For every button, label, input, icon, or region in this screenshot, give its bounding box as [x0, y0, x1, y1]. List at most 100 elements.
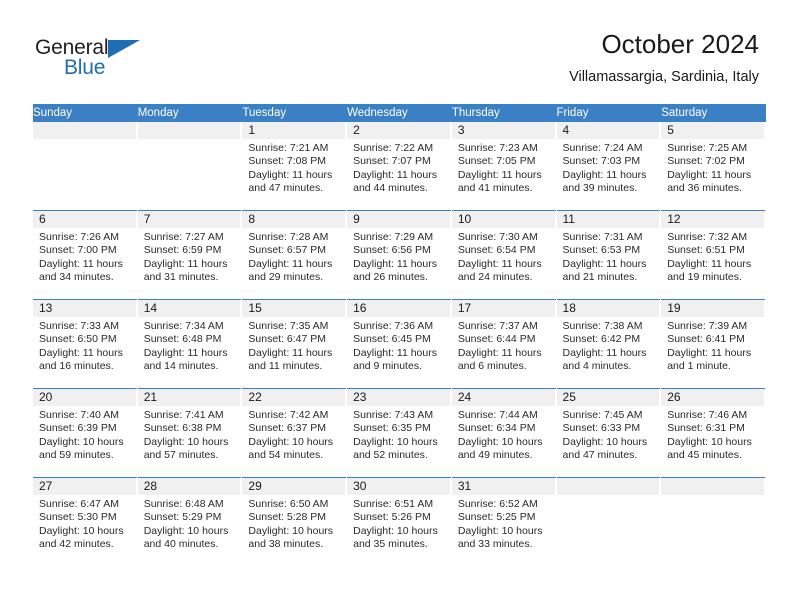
calendar-day-cell-empty	[137, 122, 243, 211]
sunset-text: Sunset: 5:28 PM	[248, 511, 327, 524]
calendar-day-cell[interactable]: 20 Sunrise: 7:40 AM Sunset: 6:39 PM Dayligh…	[33, 388, 138, 478]
brand-logo[interactable]: General Blue	[33, 36, 163, 86]
sunrise-text: Sunrise: 6:52 AM	[457, 498, 538, 510]
calendar-day-cell[interactable]: 25 Sunrise: 7:45 AM Sunset: 6:33 PM Dayligh…	[556, 388, 662, 478]
day-details: Sunrise: 7:32 AM Sunset: 6:51 PM Daylight:…	[661, 228, 765, 285]
day-details: Sunrise: 7:34 AM Sunset: 6:48 PM Daylight:…	[138, 317, 242, 374]
day-cell-inner: 18 Sunrise: 7:38 AM Sunset: 6:42 PM Dayligh…	[556, 300, 661, 388]
calendar-day-cell[interactable]: 13 Sunrise: 7:33 AM Sunset: 6:50 PM Dayligh…	[33, 299, 138, 389]
calendar-day-cell[interactable]: 30 Sunrise: 6:51 AM Sunset: 5:26 PM Dayligh…	[346, 477, 452, 566]
calendar-day-cell[interactable]: 5 Sunrise: 7:25 AM Sunset: 7:02 PM Daylight…	[660, 122, 766, 211]
day-details: Sunrise: 7:39 AM Sunset: 6:41 PM Daylight:…	[661, 317, 765, 374]
day-number: 17	[451, 300, 556, 317]
sunrise-text: Sunrise: 7:28 AM	[248, 231, 329, 243]
sunrise-text: Sunrise: 6:48 AM	[143, 498, 224, 510]
calendar-grid: Sunday Monday Tuesday Wednesday Thursday…	[33, 104, 766, 566]
daylight-text-line2: and 39 minutes.	[562, 182, 638, 195]
calendar-day-cell[interactable]: 29 Sunrise: 6:50 AM Sunset: 5:28 PM Dayligh…	[241, 477, 348, 566]
daylight-text-line1: Daylight: 11 hours	[667, 257, 752, 270]
calendar-day-cell[interactable]: 10 Sunrise: 7:30 AM Sunset: 6:54 PM Dayligh…	[451, 210, 557, 300]
day-number	[33, 122, 137, 139]
day-number: 29	[242, 478, 347, 495]
day-cell-inner: 16 Sunrise: 7:36 AM Sunset: 6:45 PM Dayligh…	[347, 300, 451, 388]
calendar-day-cell[interactable]: 16 Sunrise: 7:36 AM Sunset: 6:45 PM Dayligh…	[346, 299, 452, 389]
brand-name-blue: Blue	[64, 56, 106, 79]
sunrise-text: Sunrise: 7:36 AM	[353, 320, 434, 332]
sunrise-text: Sunrise: 7:41 AM	[143, 409, 224, 421]
calendar-day-cell[interactable]: 27 Sunrise: 6:47 AM Sunset: 5:30 PM Dayligh…	[33, 477, 138, 566]
sunset-text: Sunset: 7:00 PM	[39, 244, 117, 257]
sunset-text: Sunset: 7:02 PM	[667, 155, 745, 168]
calendar-day-cell[interactable]: 17 Sunrise: 7:37 AM Sunset: 6:44 PM Dayligh…	[451, 299, 557, 389]
sunset-text: Sunset: 6:33 PM	[562, 422, 641, 435]
day-cell-inner	[661, 478, 765, 566]
day-cell-inner: 6 Sunrise: 7:26 AM Sunset: 7:00 PM Daylight…	[33, 211, 137, 299]
daylight-text-line2: and 40 minutes.	[143, 538, 219, 551]
daylight-text-line1: Daylight: 11 hours	[457, 168, 542, 181]
day-cell-inner: 19 Sunrise: 7:39 AM Sunset: 6:41 PM Dayligh…	[661, 300, 765, 388]
day-cell-inner: 2 Sunrise: 7:22 AM Sunset: 7:07 PM Daylight…	[347, 122, 451, 210]
sunrise-text: Sunrise: 7:35 AM	[248, 320, 329, 332]
calendar-day-cell[interactable]: 7 Sunrise: 7:27 AM Sunset: 6:59 PM Daylight…	[137, 210, 243, 300]
calendar-day-cell[interactable]: 3 Sunrise: 7:23 AM Sunset: 7:05 PM Daylight…	[451, 122, 557, 211]
sunrise-text: Sunrise: 7:31 AM	[562, 231, 643, 243]
calendar-day-cell[interactable]: 15 Sunrise: 7:35 AM Sunset: 6:47 PM Dayligh…	[241, 299, 348, 389]
calendar-day-cell[interactable]: 12 Sunrise: 7:32 AM Sunset: 6:51 PM Dayligh…	[660, 210, 766, 300]
calendar-day-cell[interactable]: 9 Sunrise: 7:29 AM Sunset: 6:56 PM Daylight…	[346, 210, 452, 300]
day-details: Sunrise: 7:44 AM Sunset: 6:34 PM Daylight:…	[452, 406, 556, 463]
calendar-day-cell[interactable]: 8 Sunrise: 7:28 AM Sunset: 6:57 PM Daylight…	[241, 210, 348, 300]
sunset-text: Sunset: 7:03 PM	[562, 155, 641, 168]
calendar-day-cell[interactable]: 1 Sunrise: 7:21 AM Sunset: 7:08 PM Daylight…	[241, 122, 348, 211]
day-cell-inner: 13 Sunrise: 7:33 AM Sunset: 6:50 PM Dayligh…	[33, 300, 137, 388]
sunset-text: Sunset: 5:26 PM	[353, 511, 431, 524]
day-cell-inner: 24 Sunrise: 7:44 AM Sunset: 6:34 PM Dayligh…	[451, 389, 556, 477]
day-details: Sunrise: 7:45 AM Sunset: 6:33 PM Daylight:…	[557, 406, 661, 463]
calendar-day-cell[interactable]: 14 Sunrise: 7:34 AM Sunset: 6:48 PM Dayligh…	[137, 299, 243, 389]
day-cell-inner: 31 Sunrise: 6:52 AM Sunset: 5:25 PM Dayligh…	[451, 478, 556, 566]
sunset-text: Sunset: 6:38 PM	[143, 422, 222, 435]
sunrise-text: Sunrise: 7:29 AM	[353, 231, 434, 243]
sunrise-text: Sunrise: 6:50 AM	[248, 498, 329, 510]
day-cell-inner: 1 Sunrise: 7:21 AM Sunset: 7:08 PM Daylight…	[242, 122, 347, 210]
calendar-day-cell[interactable]: 21 Sunrise: 7:41 AM Sunset: 6:38 PM Dayligh…	[137, 388, 243, 478]
sunrise-text: Sunrise: 7:38 AM	[562, 320, 643, 332]
calendar-day-cell[interactable]: 24 Sunrise: 7:44 AM Sunset: 6:34 PM Dayligh…	[451, 388, 557, 478]
calendar-day-cell[interactable]: 22 Sunrise: 7:42 AM Sunset: 6:37 PM Dayligh…	[241, 388, 348, 478]
calendar-day-cell[interactable]: 26 Sunrise: 7:46 AM Sunset: 6:31 PM Dayligh…	[660, 388, 766, 478]
daylight-text-line1: Daylight: 11 hours	[667, 168, 752, 181]
calendar-day-cell[interactable]: 2 Sunrise: 7:22 AM Sunset: 7:07 PM Daylight…	[346, 122, 452, 211]
calendar-week-row: 20 Sunrise: 7:40 AM Sunset: 6:39 PM Dayligh…	[33, 388, 766, 478]
daylight-text-line1: Daylight: 11 hours	[248, 346, 333, 359]
daylight-text-line1: Daylight: 10 hours	[457, 435, 543, 448]
day-cell-inner: 26 Sunrise: 7:46 AM Sunset: 6:31 PM Dayligh…	[661, 389, 765, 477]
daylight-text-line1: Daylight: 11 hours	[39, 257, 123, 270]
day-details: Sunrise: 7:30 AM Sunset: 6:54 PM Daylight:…	[452, 228, 556, 285]
day-cell-inner: 27 Sunrise: 6:47 AM Sunset: 5:30 PM Dayligh…	[33, 478, 137, 566]
calendar-day-cell[interactable]: 4 Sunrise: 7:24 AM Sunset: 7:03 PM Daylight…	[556, 122, 662, 211]
sunset-text: Sunset: 6:56 PM	[353, 244, 431, 257]
day-details: Sunrise: 7:25 AM Sunset: 7:02 PM Daylight:…	[661, 139, 765, 196]
day-details: Sunrise: 7:46 AM Sunset: 6:31 PM Daylight:…	[661, 406, 765, 463]
calendar-day-cell[interactable]: 31 Sunrise: 6:52 AM Sunset: 5:25 PM Dayligh…	[451, 477, 557, 566]
calendar-day-cell[interactable]: 6 Sunrise: 7:26 AM Sunset: 7:00 PM Daylight…	[33, 210, 138, 300]
sunset-text: Sunset: 6:34 PM	[457, 422, 536, 435]
day-details: Sunrise: 7:41 AM Sunset: 6:38 PM Daylight:…	[138, 406, 242, 463]
weekday-header-tuesday: Tuesday	[241, 104, 348, 122]
daylight-text-line2: and 24 minutes.	[457, 271, 533, 284]
sunset-text: Sunset: 6:44 PM	[457, 333, 536, 346]
day-number: 30	[347, 478, 451, 495]
day-details: Sunrise: 7:27 AM Sunset: 6:59 PM Daylight:…	[138, 228, 242, 285]
sunrise-text: Sunrise: 7:44 AM	[457, 409, 538, 421]
day-number: 19	[661, 300, 765, 317]
day-cell-inner: 20 Sunrise: 7:40 AM Sunset: 6:39 PM Dayligh…	[33, 389, 137, 477]
daylight-text-line2: and 57 minutes.	[143, 449, 219, 462]
calendar-day-cell[interactable]: 19 Sunrise: 7:39 AM Sunset: 6:41 PM Dayligh…	[660, 299, 766, 389]
day-number: 26	[661, 389, 765, 406]
calendar-day-cell[interactable]: 23 Sunrise: 7:43 AM Sunset: 6:35 PM Dayligh…	[346, 388, 452, 478]
calendar-day-cell[interactable]: 11 Sunrise: 7:31 AM Sunset: 6:53 PM Dayligh…	[556, 210, 662, 300]
calendar-day-cell[interactable]: 18 Sunrise: 7:38 AM Sunset: 6:42 PM Dayligh…	[556, 299, 662, 389]
day-number: 5	[661, 122, 765, 139]
day-number: 14	[137, 300, 242, 317]
daylight-text-line2: and 4 minutes.	[562, 360, 632, 373]
calendar-day-cell[interactable]: 28 Sunrise: 6:48 AM Sunset: 5:29 PM Dayligh…	[137, 477, 243, 566]
